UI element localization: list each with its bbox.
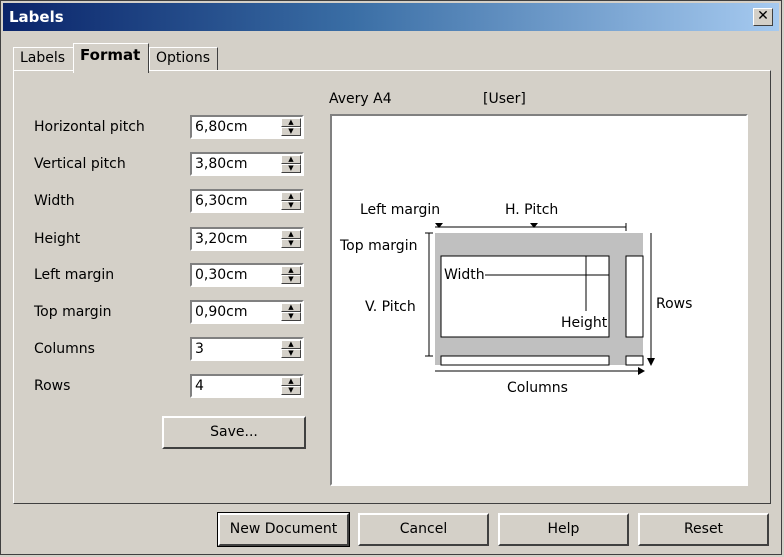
next-label-rect: [625, 255, 644, 338]
width-value: 6,30cm: [195, 193, 248, 209]
width-spinner[interactable]: 6,30cm ▲ ▼: [190, 189, 304, 213]
diagram-height: Height: [561, 315, 608, 331]
window-title: Labels: [9, 8, 64, 26]
label-horizontal-pitch: Horizontal pitch: [34, 119, 145, 135]
cancel-button[interactable]: Cancel: [358, 513, 489, 546]
tab-options[interactable]: Options: [149, 47, 218, 71]
spin-up-icon[interactable]: ▲: [281, 230, 301, 239]
spin-up-icon[interactable]: ▲: [281, 340, 301, 349]
vertical-pitch-spinner[interactable]: 3,80cm ▲ ▼: [190, 152, 304, 176]
diagram-rows: Rows: [656, 296, 693, 312]
spin-up-icon[interactable]: ▲: [281, 303, 301, 312]
tab-labels[interactable]: Labels: [13, 47, 74, 71]
columns-value: 3: [195, 341, 204, 357]
label-top-margin: Top margin: [34, 304, 112, 320]
vertical-pitch-value: 3,80cm: [195, 156, 248, 172]
tab-format[interactable]: Format: [73, 43, 149, 73]
label-preview: Left margin H. Pitch Top margin Width V.…: [330, 114, 748, 486]
spin-down-icon[interactable]: ▼: [281, 349, 301, 358]
below-label-rect: [440, 355, 610, 366]
spin-up-icon[interactable]: ▲: [281, 266, 301, 275]
left-margin-spinner[interactable]: 0,30cm ▲ ▼: [190, 263, 304, 287]
horizontal-pitch-value: 6,80cm: [195, 119, 248, 135]
label-columns: Columns: [34, 341, 95, 357]
save-button[interactable]: Save...: [162, 416, 306, 449]
diagram-width: Width: [444, 267, 485, 283]
label-height: Height: [34, 231, 81, 247]
rows-spinner[interactable]: 4 ▲ ▼: [190, 374, 304, 398]
close-icon[interactable]: ✕: [753, 8, 773, 26]
height-value: 3,20cm: [195, 231, 248, 247]
help-button[interactable]: Help: [498, 513, 629, 546]
label-width: Width: [34, 193, 75, 209]
label-vertical-pitch: Vertical pitch: [34, 156, 126, 172]
new-document-button[interactable]: New Document: [217, 512, 350, 547]
diagram-v-pitch: V. Pitch: [365, 299, 416, 315]
height-spinner[interactable]: 3,20cm ▲ ▼: [190, 227, 304, 251]
spin-up-icon[interactable]: ▲: [281, 118, 301, 127]
spin-down-icon[interactable]: ▼: [281, 386, 301, 395]
spin-down-icon[interactable]: ▼: [281, 164, 301, 173]
corner-label-rect: [625, 355, 644, 366]
preview-type: [User]: [483, 91, 526, 107]
spin-up-icon[interactable]: ▲: [281, 377, 301, 386]
diagram-columns: Columns: [507, 380, 568, 396]
diagram-top-margin: Top margin: [340, 238, 418, 254]
reset-button[interactable]: Reset: [638, 513, 769, 546]
title-bar[interactable]: Labels ✕: [3, 3, 779, 31]
columns-spinner[interactable]: 3 ▲ ▼: [190, 337, 304, 361]
spin-up-icon[interactable]: ▲: [281, 155, 301, 164]
spin-up-icon[interactable]: ▲: [281, 192, 301, 201]
left-margin-value: 0,30cm: [195, 267, 248, 283]
top-margin-value: 0,90cm: [195, 304, 248, 320]
top-margin-spinner[interactable]: 0,90cm ▲ ▼: [190, 300, 304, 324]
label-rows: Rows: [34, 378, 71, 394]
diagram-left-margin: Left margin: [360, 202, 441, 218]
spin-down-icon[interactable]: ▼: [281, 275, 301, 284]
spin-down-icon[interactable]: ▼: [281, 201, 301, 210]
spin-down-icon[interactable]: ▼: [281, 239, 301, 248]
rows-arrow: [647, 358, 655, 366]
spin-down-icon[interactable]: ▼: [281, 312, 301, 321]
rows-value: 4: [195, 378, 204, 394]
label-left-margin: Left margin: [34, 267, 115, 283]
horizontal-pitch-spinner[interactable]: 6,80cm ▲ ▼: [190, 115, 304, 139]
preview-brand: Avery A4: [329, 91, 392, 107]
labels-dialog: Labels ✕ Labels Format Options Horizonta…: [0, 0, 782, 555]
spin-down-icon[interactable]: ▼: [281, 127, 301, 136]
columns-arrow: [638, 367, 645, 375]
diagram-h-pitch: H. Pitch: [505, 202, 559, 218]
